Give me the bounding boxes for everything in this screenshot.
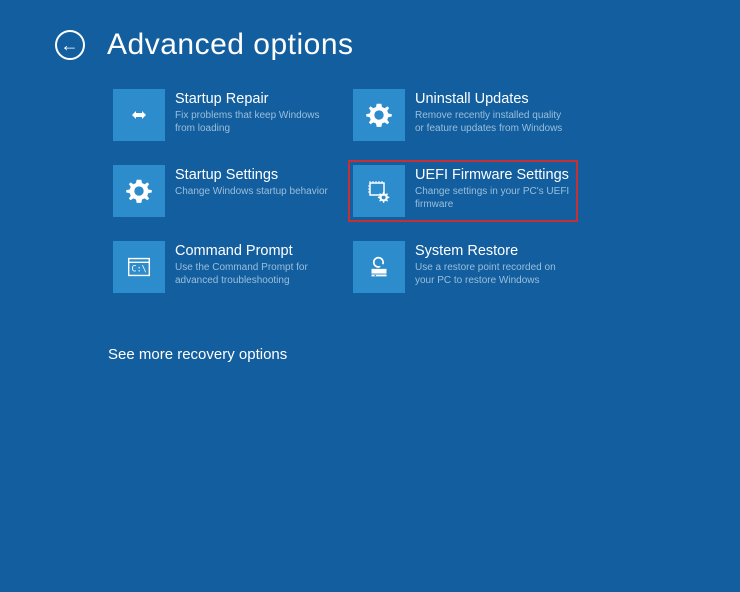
tile-desc: Change settings in your PC's UEFI firmwa… bbox=[415, 186, 570, 211]
back-arrow-icon: ← bbox=[61, 36, 79, 54]
tile-title: Startup Repair bbox=[175, 91, 330, 108]
tile-text: Startup Settings Change Windows startup … bbox=[175, 165, 328, 199]
tile-text: Uninstall Updates Remove recently instal… bbox=[415, 89, 570, 135]
tile-text: UEFI Firmware Settings Change settings i… bbox=[415, 165, 570, 211]
tiles-container: Startup Repair Fix problems that keep Wi… bbox=[0, 62, 740, 298]
tile-title: Uninstall Updates bbox=[415, 91, 570, 108]
tile-title: Command Prompt bbox=[175, 243, 330, 260]
page-header: ← Advanced options bbox=[0, 0, 740, 62]
tile-system-restore[interactable]: System Restore Use a restore point recor… bbox=[348, 236, 578, 298]
tile-uefi-firmware-settings[interactable]: UEFI Firmware Settings Change settings i… bbox=[348, 160, 578, 222]
startup-repair-icon bbox=[113, 89, 165, 141]
tile-desc: Remove recently installed quality or fea… bbox=[415, 110, 570, 135]
tile-text: Startup Repair Fix problems that keep Wi… bbox=[175, 89, 330, 135]
tile-title: Startup Settings bbox=[175, 167, 328, 184]
tile-desc: Change Windows startup behavior bbox=[175, 186, 328, 199]
tile-title: System Restore bbox=[415, 243, 570, 260]
command-prompt-icon: C:\ bbox=[113, 241, 165, 293]
firmware-chip-icon bbox=[353, 165, 405, 217]
svg-text:C:\: C:\ bbox=[132, 264, 147, 274]
tile-desc: Use a restore point recorded on your PC … bbox=[415, 262, 570, 287]
tile-desc: Use the Command Prompt for advanced trou… bbox=[175, 262, 330, 287]
gear-icon bbox=[353, 89, 405, 141]
gear-icon bbox=[113, 165, 165, 217]
tile-text: System Restore Use a restore point recor… bbox=[415, 241, 570, 287]
page-title: Advanced options bbox=[107, 28, 354, 62]
tile-text: Command Prompt Use the Command Prompt fo… bbox=[175, 241, 330, 287]
tile-desc: Fix problems that keep Windows from load… bbox=[175, 110, 330, 135]
system-restore-icon bbox=[353, 241, 405, 293]
tile-command-prompt[interactable]: C:\ Command Prompt Use the Command Promp… bbox=[108, 236, 338, 298]
tile-uninstall-updates[interactable]: Uninstall Updates Remove recently instal… bbox=[348, 84, 578, 146]
tile-title: UEFI Firmware Settings bbox=[415, 167, 570, 184]
see-more-recovery-options-link[interactable]: See more recovery options bbox=[0, 298, 740, 363]
tile-startup-settings[interactable]: Startup Settings Change Windows startup … bbox=[108, 160, 338, 222]
back-button[interactable]: ← bbox=[55, 30, 85, 60]
tile-startup-repair[interactable]: Startup Repair Fix problems that keep Wi… bbox=[108, 84, 338, 146]
